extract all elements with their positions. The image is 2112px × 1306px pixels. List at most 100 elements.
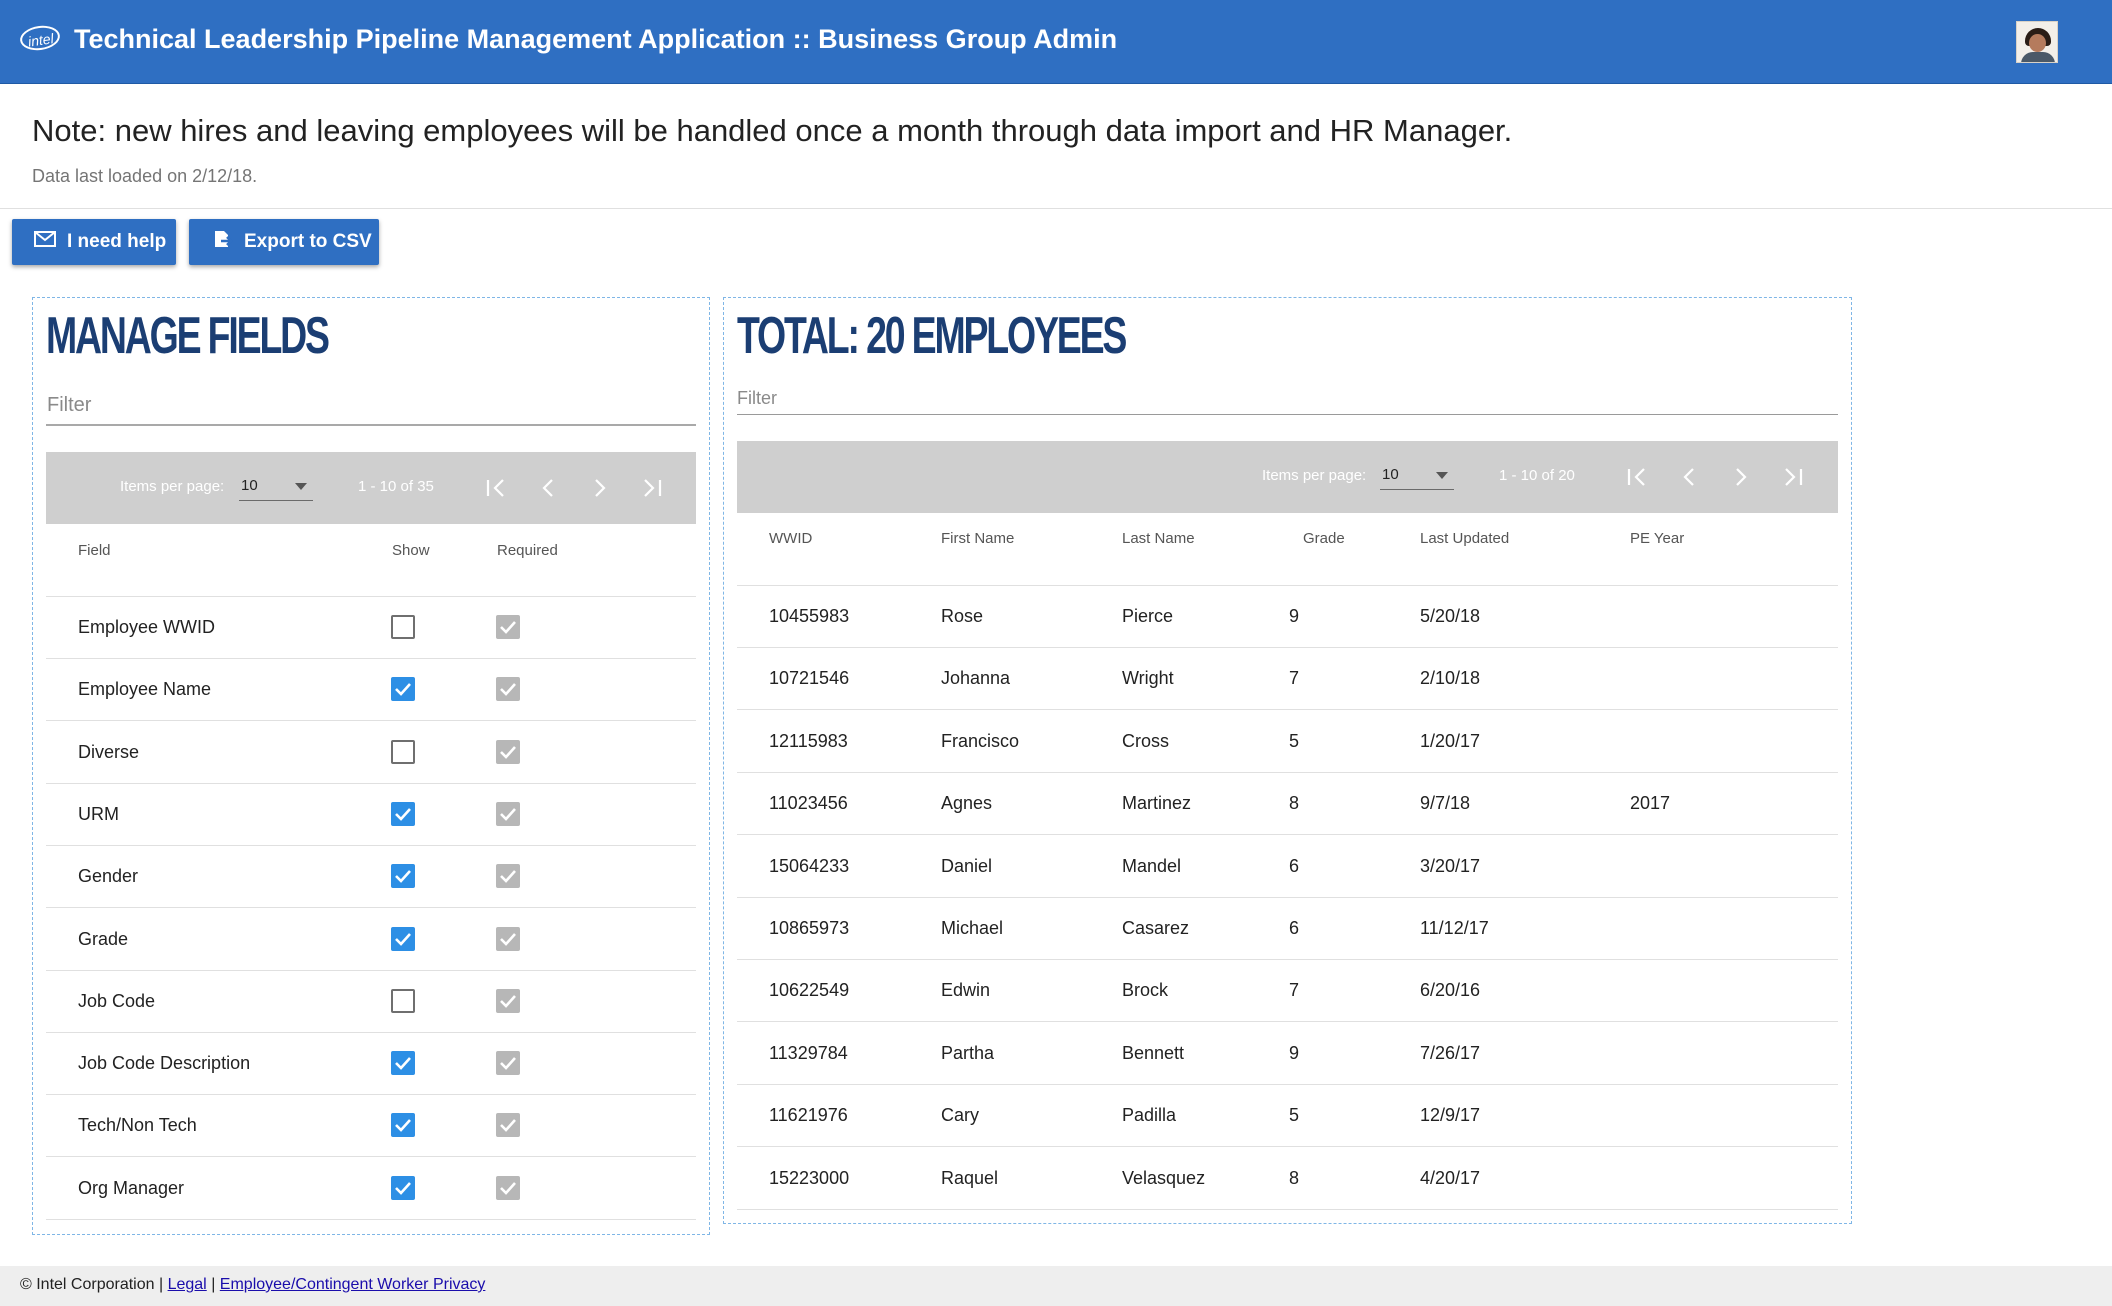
field-name-cell: Employee WWID <box>78 617 216 637</box>
column-header-field[interactable]: Field <box>78 542 111 559</box>
required-checkbox[interactable] <box>496 677 520 702</box>
row-divider <box>737 1083 1838 1085</box>
required-checkbox[interactable] <box>496 615 520 639</box>
field-name-cell: Gender <box>78 866 139 887</box>
employee-cell: 11621976 <box>769 1105 848 1126</box>
privacy-link[interactable]: Employee/Contingent Worker Privacy <box>220 1276 486 1293</box>
last-page-icon[interactable] <box>1775 459 1811 495</box>
column-header-first-name[interactable]: First Name <box>941 530 1014 547</box>
show-checkbox[interactable] <box>391 677 415 702</box>
employee-cell: Brock <box>1122 980 1169 1001</box>
help-button[interactable]: I need help <box>12 219 176 265</box>
row-divider <box>737 896 1838 898</box>
required-checkbox[interactable] <box>496 1175 520 1200</box>
user-avatar[interactable] <box>2016 21 2058 63</box>
employee-cell: 8 <box>1289 1167 1300 1188</box>
intel-logo: intel <box>18 23 62 53</box>
employee-cell: 6 <box>1289 855 1300 876</box>
show-checkbox[interactable] <box>391 864 415 889</box>
required-checkbox[interactable] <box>496 1051 520 1076</box>
required-checkbox[interactable] <box>496 739 520 764</box>
export-csv-button[interactable]: Export to CSV <box>189 219 379 265</box>
row-divider <box>46 1156 696 1158</box>
employee-cell: 5 <box>1289 1105 1300 1126</box>
column-header-last-updated[interactable]: Last Updated <box>1420 530 1509 547</box>
legal-link[interactable]: Legal <box>168 1276 207 1293</box>
chevron-down-icon <box>1436 472 1448 479</box>
required-checkbox[interactable] <box>496 1113 520 1138</box>
employee-cell: 10721546 <box>769 668 850 689</box>
show-checkbox[interactable] <box>391 1113 415 1138</box>
column-header-wwid[interactable]: WWID <box>769 530 812 547</box>
show-checkbox[interactable] <box>391 988 415 1013</box>
page-size-select[interactable]: 10 <box>1380 463 1454 490</box>
header-divider <box>46 596 696 597</box>
employee-cell: Martinez <box>1122 793 1192 814</box>
show-checkbox[interactable] <box>391 801 415 826</box>
previous-page-icon[interactable] <box>530 470 566 506</box>
show-checkbox[interactable] <box>391 1175 415 1200</box>
employee-cell: Velasquez <box>1122 1167 1206 1188</box>
page-size-select[interactable]: 10 <box>239 474 313 501</box>
divider <box>0 208 2112 209</box>
column-header-grade[interactable]: Grade <box>1303 530 1345 547</box>
column-header-pe-year[interactable]: PE Year <box>1630 530 1684 547</box>
footer-text: © Intel Corporation | Legal | Employee/C… <box>20 1276 485 1294</box>
show-checkbox[interactable] <box>391 1051 415 1076</box>
next-page-icon[interactable] <box>582 470 618 506</box>
required-checkbox[interactable] <box>496 988 520 1013</box>
employee-cell: Cross <box>1122 730 1170 751</box>
show-checkbox[interactable] <box>391 739 415 764</box>
manage-fields-title: MANAGE FIELDS <box>46 307 330 365</box>
required-checkbox[interactable] <box>496 864 520 889</box>
employees-filter-underline <box>737 414 1838 415</box>
employee-cell: 5 <box>1289 730 1300 751</box>
previous-page-icon[interactable] <box>1671 459 1707 495</box>
employee-cell: 12115983 <box>769 730 848 751</box>
column-header-show[interactable]: Show <box>392 542 430 559</box>
row-divider <box>46 720 696 722</box>
employee-cell: 1/20/17 <box>1420 730 1481 751</box>
required-checkbox[interactable] <box>496 801 520 826</box>
employee-cell: Agnes <box>941 793 993 814</box>
fields-paginator: Items per page: 10 1 - 10 of 35 <box>46 452 696 524</box>
employee-cell: 2017 <box>1630 793 1671 814</box>
field-name-cell: Job Code Description <box>78 1053 251 1074</box>
notice-text: Note: new hires and leaving employees wi… <box>32 113 1513 148</box>
first-page-icon[interactable] <box>1619 459 1655 495</box>
row-divider <box>46 658 696 659</box>
column-header-required[interactable]: Required <box>497 542 558 559</box>
employee-cell: 15064233 <box>769 855 850 876</box>
manage-fields-panel: MANAGE FIELDS Filter Items per page: 10 … <box>32 297 710 1235</box>
show-checkbox[interactable] <box>391 926 415 951</box>
employee-cell: 15223000 <box>769 1167 850 1188</box>
show-checkbox[interactable] <box>391 615 415 639</box>
row-divider <box>737 1208 1838 1210</box>
employee-cell: 9 <box>1289 1042 1300 1063</box>
employee-cell: Rose <box>941 606 984 626</box>
first-page-icon[interactable] <box>478 470 514 506</box>
page-range-label: 1 - 10 of 35 <box>358 478 434 495</box>
page-size-value: 10 <box>241 477 258 494</box>
row-divider <box>46 1094 696 1096</box>
employees-filter-input[interactable]: Filter <box>737 388 777 409</box>
help-button-label: I need help <box>67 231 167 252</box>
field-name-cell: Org Manager <box>78 1177 185 1198</box>
employee-cell: 4/20/17 <box>1420 1167 1481 1188</box>
last-page-icon[interactable] <box>634 470 670 506</box>
required-checkbox[interactable] <box>496 926 520 951</box>
data-loaded-text: Data last loaded on 2/12/18. <box>32 166 258 186</box>
employee-cell: 7/26/17 <box>1420 1042 1481 1063</box>
row-divider <box>737 647 1838 648</box>
app-title: Technical Leadership Pipeline Management… <box>74 24 1118 54</box>
employee-cell: 7 <box>1289 980 1300 1001</box>
app-header: intel Technical Leadership Pipeline Mana… <box>0 0 2112 84</box>
fields-filter-input[interactable]: Filter <box>47 394 91 417</box>
employee-cell: Raquel <box>941 1167 999 1188</box>
row-divider <box>737 771 1838 773</box>
employee-cell: Bennett <box>1122 1042 1185 1063</box>
column-header-last-name[interactable]: Last Name <box>1122 530 1195 547</box>
header-divider <box>737 585 1838 586</box>
employee-cell: Wright <box>1122 668 1174 689</box>
next-page-icon[interactable] <box>1723 459 1759 495</box>
